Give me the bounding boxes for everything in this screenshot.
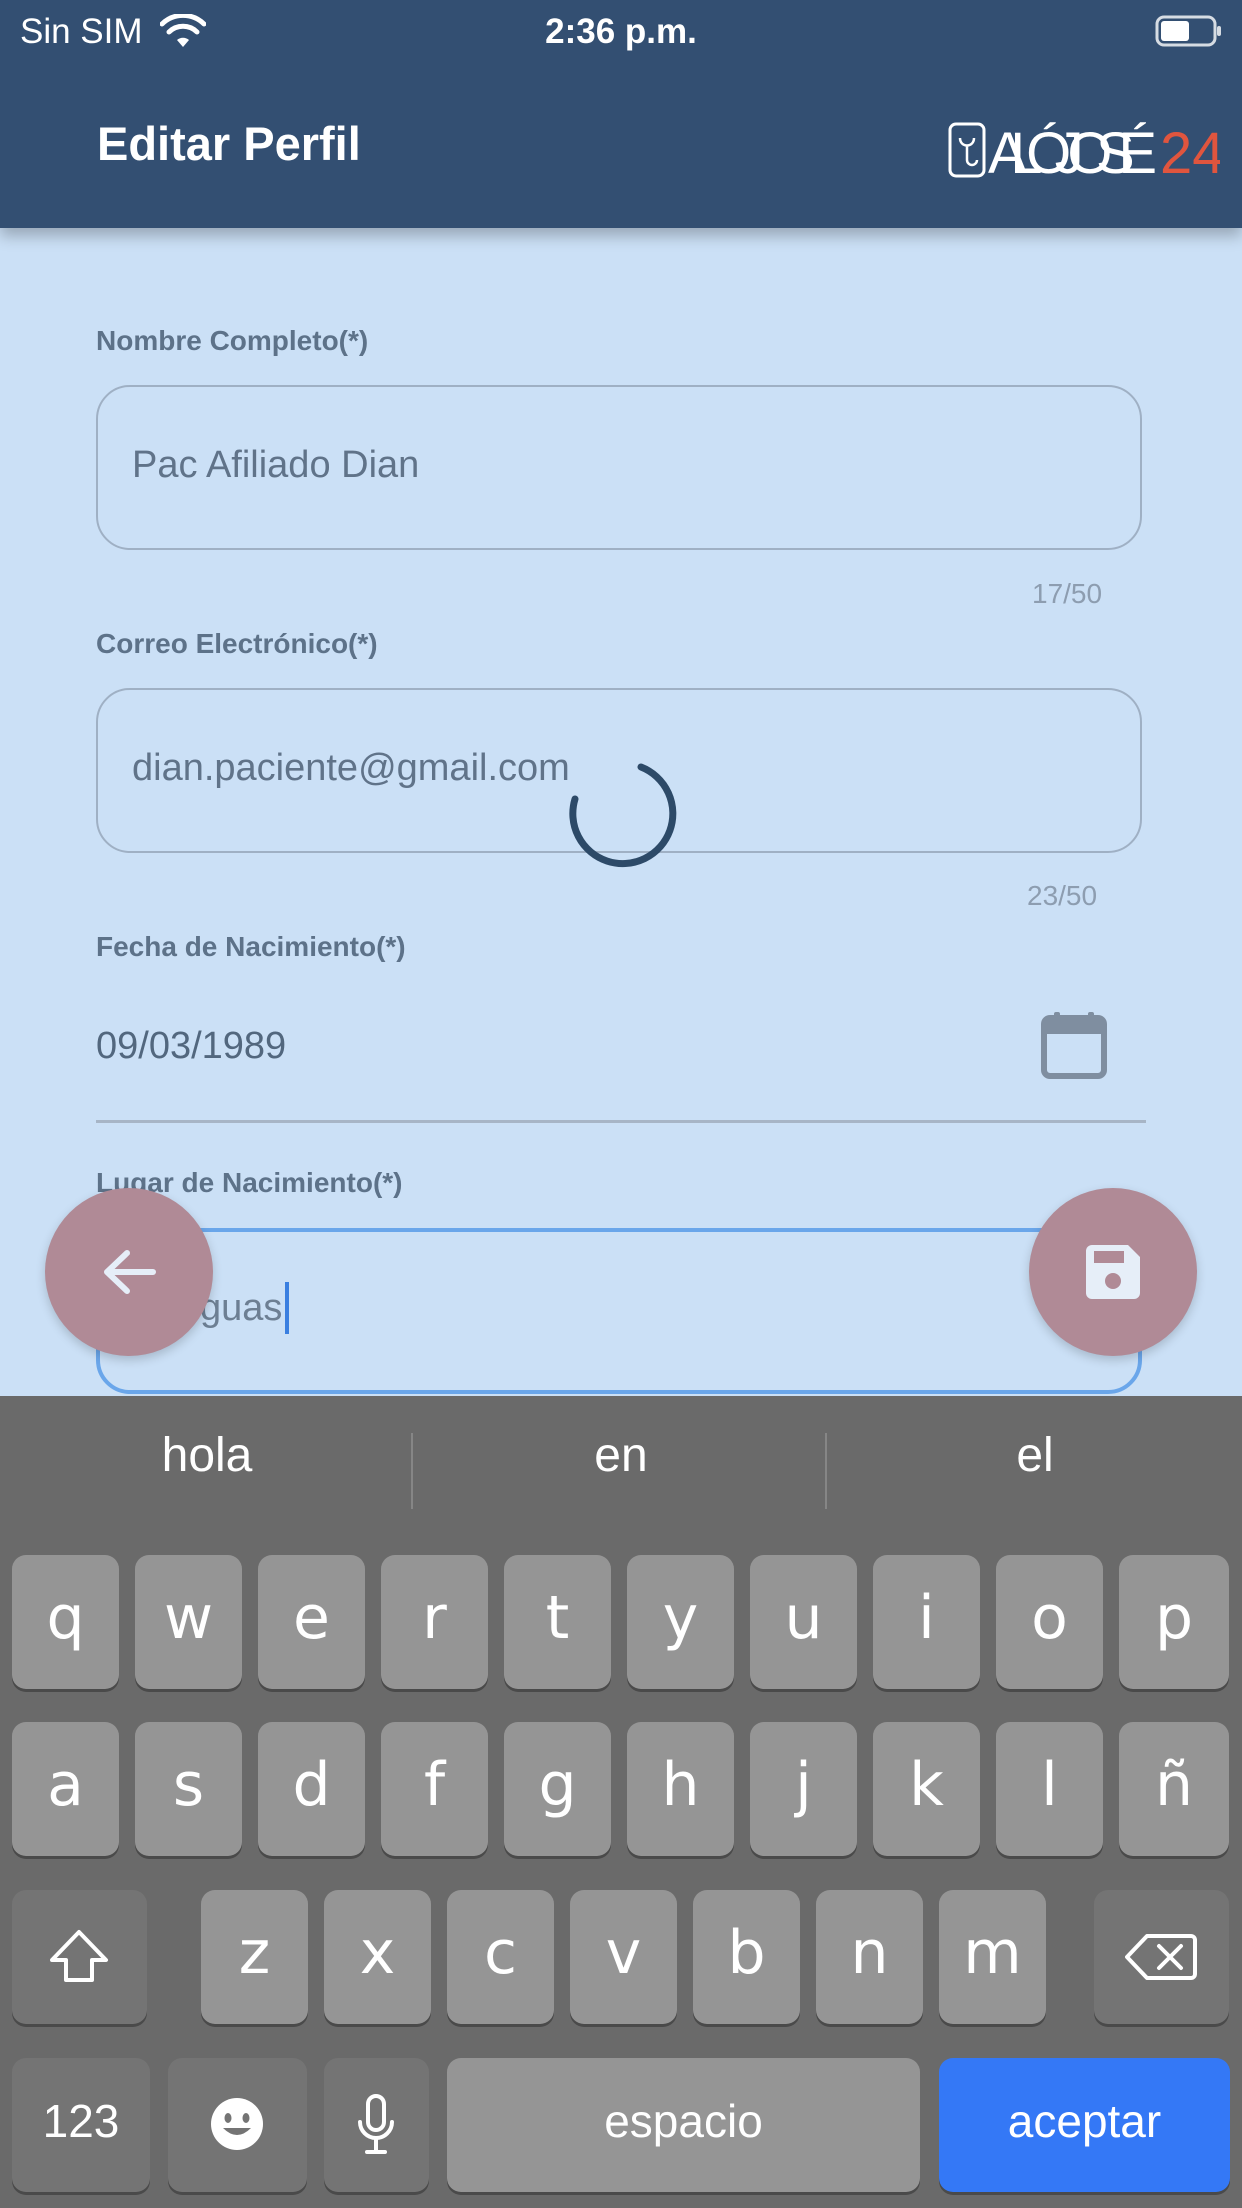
key-c[interactable]: c <box>447 1890 554 2024</box>
key-l[interactable]: l <box>996 1722 1103 1856</box>
lugar-value: guas <box>200 1287 283 1329</box>
loading-spinner-icon <box>569 763 677 868</box>
svg-text:ALÓJOSÉ: ALÓJOSÉ <box>988 121 1158 184</box>
status-time: 2:36 p.m. <box>545 12 697 51</box>
microphone-key[interactable] <box>324 2058 429 2192</box>
key-e[interactable]: e <box>258 1555 365 1689</box>
suggestion-2[interactable]: en <box>431 1428 811 1483</box>
fecha-underline <box>96 1120 1146 1123</box>
space-key[interactable]: espacio <box>447 2058 920 2192</box>
backspace-icon <box>1125 1934 1197 1980</box>
key-g[interactable]: g <box>504 1722 611 1856</box>
save-button[interactable] <box>1029 1188 1197 1356</box>
key-p[interactable]: p <box>1119 1555 1229 1689</box>
key-t[interactable]: t <box>504 1555 611 1689</box>
nombre-counter: 17/50 <box>1032 578 1103 609</box>
key-s[interactable]: s <box>135 1722 242 1856</box>
key-b[interactable]: b <box>693 1890 800 2024</box>
suggestion-3[interactable]: el <box>845 1428 1225 1483</box>
text-caret <box>285 1282 289 1334</box>
key-u[interactable]: u <box>750 1555 857 1689</box>
key-r[interactable]: r <box>381 1555 488 1689</box>
emoji-icon <box>211 2098 263 2150</box>
back-button[interactable] <box>45 1188 213 1356</box>
key-k[interactable]: k <box>873 1722 980 1856</box>
key-w[interactable]: w <box>135 1555 242 1689</box>
nombre-value: Pac Afiliado Dian <box>132 444 420 486</box>
key-n[interactable]: n <box>816 1890 923 2024</box>
page-title: Editar Perfil <box>97 117 361 170</box>
key-j[interactable]: j <box>750 1722 857 1856</box>
key-a[interactable]: a <box>12 1722 119 1856</box>
shift-key[interactable] <box>12 1890 147 2024</box>
key-f[interactable]: f <box>381 1722 488 1856</box>
emoji-key[interactable] <box>168 2058 307 2192</box>
shift-arrow-icon <box>50 1930 108 1982</box>
key-z[interactable]: z <box>201 1890 308 2024</box>
microphone-icon <box>358 2094 394 2154</box>
key-x[interactable]: x <box>324 1890 431 2024</box>
key-o[interactable]: o <box>996 1555 1103 1689</box>
key-d[interactable]: d <box>258 1722 365 1856</box>
key-i[interactable]: i <box>873 1555 980 1689</box>
suggestion-1[interactable]: hola <box>17 1428 397 1483</box>
floppy-disk-icon <box>1086 1245 1140 1299</box>
key-y[interactable]: y <box>627 1555 734 1689</box>
nombre-label: Nombre Completo(*) <box>96 325 369 356</box>
delete-key[interactable] <box>1094 1890 1229 2024</box>
battery-icon <box>1155 15 1221 47</box>
key-m[interactable]: m <box>939 1890 1046 2024</box>
calendar-icon[interactable] <box>1040 1010 1108 1080</box>
key-n-tilde[interactable]: ñ <box>1119 1722 1229 1856</box>
app-bar: Sin SIM 2:36 p.m. Editar Perfil ALÓJOSÉ … <box>0 0 1242 228</box>
suggestion-divider <box>411 1433 413 1509</box>
key-q[interactable]: q <box>12 1555 119 1689</box>
fecha-label: Fecha de Nacimiento(*) <box>96 931 406 962</box>
key-v[interactable]: v <box>570 1890 677 2024</box>
correo-counter: 23/50 <box>1027 880 1098 911</box>
svg-text:24: 24 <box>1160 121 1220 184</box>
arrow-left-icon <box>104 1250 156 1294</box>
accept-key[interactable]: aceptar <box>939 2058 1230 2192</box>
numbers-key[interactable]: 123 <box>12 2058 150 2192</box>
app-logo: ALÓJOSÉ 24 <box>948 118 1225 186</box>
correo-label: Correo Electrónico(*) <box>96 628 378 659</box>
fecha-value[interactable]: 09/03/1989 <box>96 1025 286 1068</box>
key-h[interactable]: h <box>627 1722 734 1856</box>
suggestion-divider <box>825 1433 827 1509</box>
correo-value: dian.paciente@gmail.com <box>132 747 570 789</box>
